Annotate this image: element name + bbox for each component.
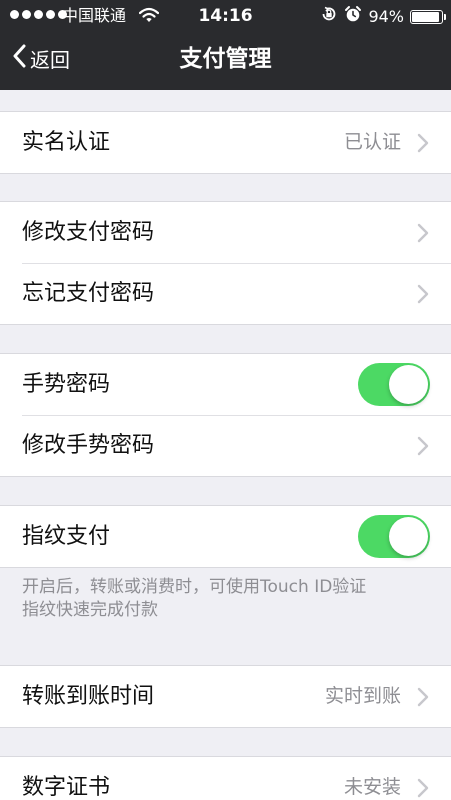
group-fingerprint: 指纹支付	[0, 505, 451, 568]
cell-change-gesture-password[interactable]: 修改手势密码	[0, 415, 451, 476]
chevron-right-icon	[417, 133, 429, 153]
alarm-icon	[344, 5, 362, 28]
cell-real-name[interactable]: 实名认证 已认证	[0, 112, 451, 173]
chevron-right-icon	[417, 436, 429, 456]
cell-value: 未安装	[343, 776, 401, 798]
cell-forgot-pay-password[interactable]: 忘记支付密码	[0, 263, 451, 324]
payment-management-screen: 中国联通 14:16 94% 返回 支付管理 实名认证 已认证 修改支付密码 忘…	[0, 0, 451, 800]
group-gesture: 手势密码 修改手势密码	[0, 353, 451, 477]
cell-change-pay-password[interactable]: 修改支付密码	[0, 202, 451, 263]
battery-icon	[410, 9, 446, 24]
chevron-right-icon	[417, 284, 429, 304]
group-certificate: 数字证书 未安装	[0, 756, 451, 800]
cell-value: 实时到账	[324, 685, 401, 707]
group-transfer: 转账到账时间 实时到账	[0, 665, 451, 728]
cell-label: 数字证书	[22, 775, 111, 800]
top-bar: 中国联通 14:16 94% 返回 支付管理	[0, 0, 451, 90]
footnote-line: 开启后，转账或消费时，可使用Touch ID验证	[22, 577, 367, 597]
cell-digital-certificate[interactable]: 数字证书 未安装	[0, 757, 451, 800]
chevron-right-icon	[417, 223, 429, 243]
fingerprint-pay-toggle[interactable]	[358, 515, 430, 558]
cell-fingerprint-pay: 指纹支付	[0, 506, 451, 567]
gesture-password-toggle[interactable]	[358, 363, 430, 406]
cell-gesture-password: 手势密码	[0, 354, 451, 415]
cell-label: 修改手势密码	[22, 433, 155, 458]
cell-transfer-time[interactable]: 转账到账时间 实时到账	[0, 666, 451, 727]
chevron-right-icon	[417, 778, 429, 798]
chevron-right-icon	[417, 687, 429, 707]
cell-label: 指纹支付	[22, 524, 111, 549]
group-verification: 实名认证 已认证	[0, 111, 451, 174]
footnote-line: 指纹快速完成付款	[22, 600, 158, 620]
cell-label: 实名认证	[22, 130, 111, 155]
status-bar: 中国联通 14:16 94%	[0, 0, 451, 32]
rotation-lock-icon	[320, 5, 338, 28]
fingerprint-footnote: 开启后，转账或消费时，可使用Touch ID验证 指纹快速完成付款	[22, 576, 437, 622]
cell-label: 忘记支付密码	[22, 281, 155, 306]
cell-label: 手势密码	[22, 372, 111, 397]
page-title: 支付管理	[179, 46, 272, 72]
group-pay-password: 修改支付密码 忘记支付密码	[0, 201, 451, 325]
cell-label: 修改支付密码	[22, 220, 155, 245]
cell-value: 已认证	[343, 131, 401, 153]
status-right-group: 94%	[320, 5, 446, 28]
cell-label: 转账到账时间	[22, 684, 155, 709]
navigation-bar: 返回 支付管理	[0, 32, 451, 90]
battery-percent: 94%	[368, 6, 404, 26]
